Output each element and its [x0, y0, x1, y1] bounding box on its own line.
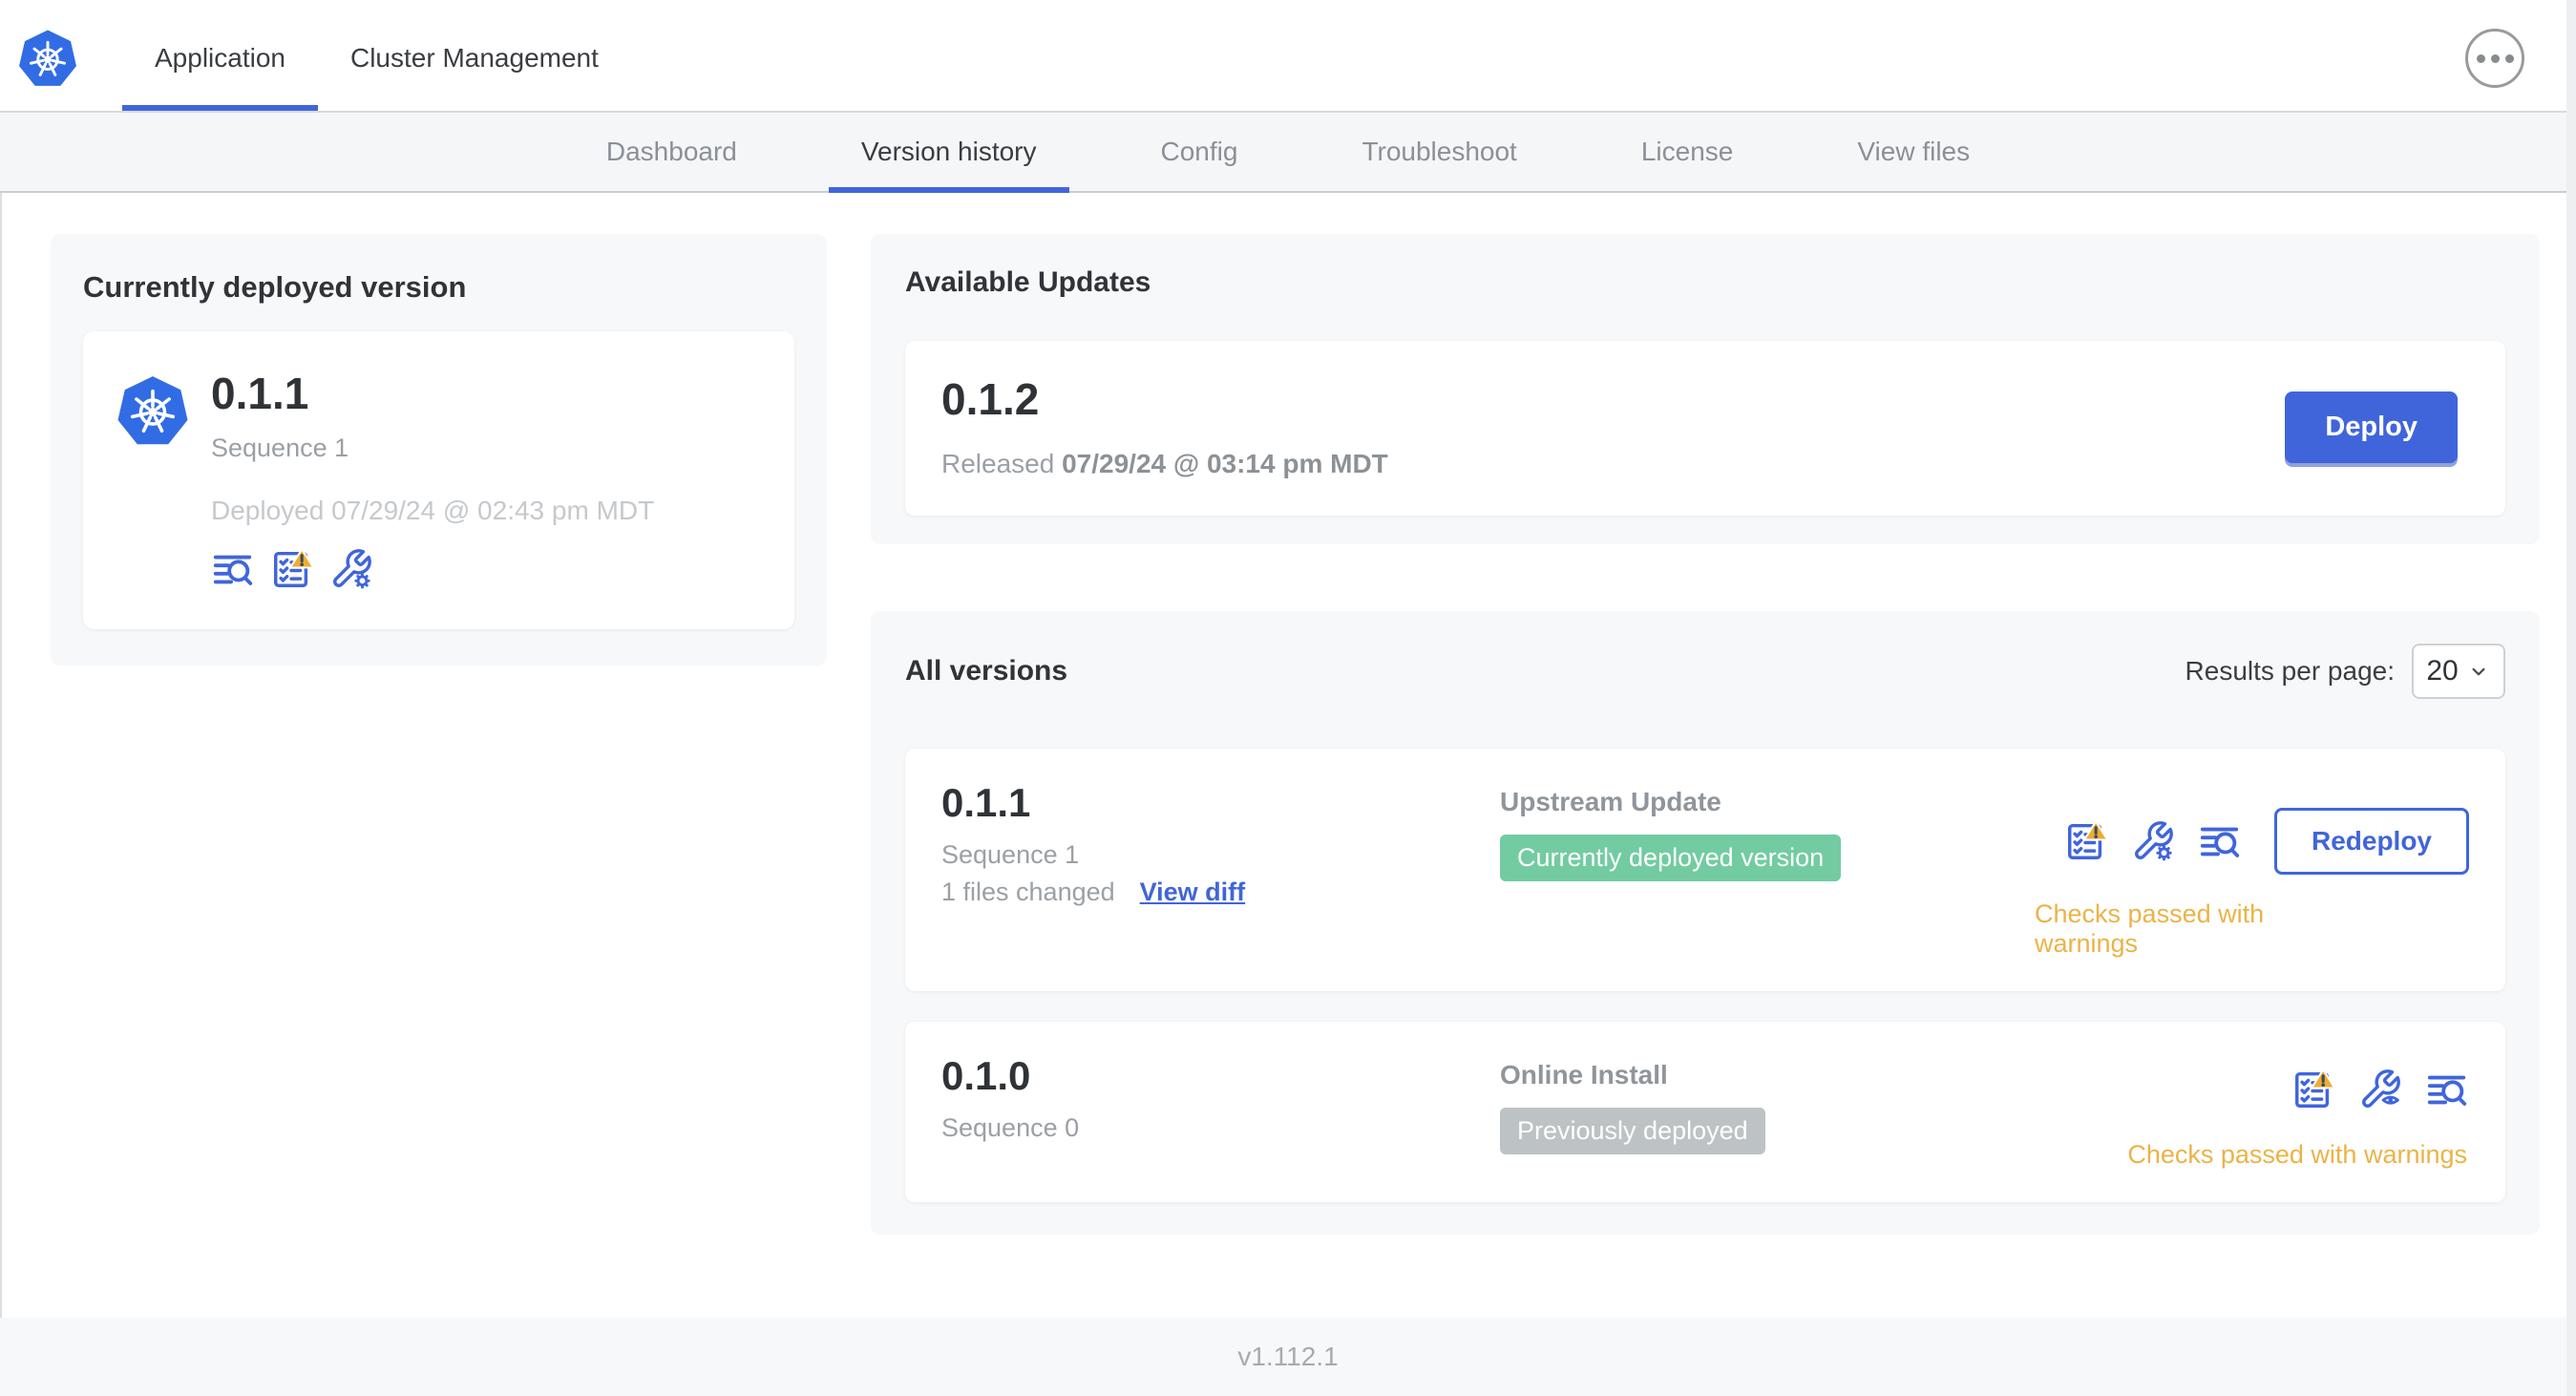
- row-version-number: 0.1.0: [941, 1052, 1031, 1098]
- previously-deployed-badge: Previously deployed: [1500, 1107, 1765, 1154]
- subnav-view-files[interactable]: View files: [1825, 113, 2002, 191]
- released-label: Released: [941, 448, 1055, 478]
- preflight-checks-warning-icon[interactable]: [270, 547, 314, 591]
- available-updates-title: Available Updates: [905, 266, 1151, 298]
- checks-status-text[interactable]: Checks passed with warnings: [2127, 1140, 2467, 1170]
- checks-status-text[interactable]: Checks passed with warnings: [2035, 899, 2278, 959]
- chevron-down-icon: [2472, 667, 2485, 675]
- redeploy-button[interactable]: Redeploy: [2273, 807, 2469, 875]
- row-sequence: Sequence 1: [941, 839, 1080, 869]
- released-date: 07/29/24 @ 03:14 pm MDT: [1062, 448, 1388, 478]
- ellipsis-icon: [2476, 53, 2485, 63]
- header-tabs: Application Cluster Management: [122, 6, 631, 111]
- preflight-checks-warning-icon[interactable]: [2064, 819, 2108, 863]
- currently-deployed-card: 0.1.1 Sequence 1 Deployed 07/29/24 @ 02:…: [83, 331, 794, 629]
- results-per-page-select[interactable]: 20: [2412, 643, 2505, 699]
- deployed-actions: [211, 547, 654, 591]
- app-subnav: Dashboard Version history Config Trouble…: [0, 113, 2576, 193]
- kubernetes-app-icon: [116, 374, 190, 447]
- right-column: Available Updates 0.1.2 Released 07/29/2…: [871, 234, 2540, 1235]
- all-versions-title: All versions: [905, 654, 1068, 687]
- preflight-checks-warning-icon[interactable]: [2291, 1068, 2335, 1111]
- row-source-type: Upstream Update: [1500, 786, 1721, 816]
- app-header: Application Cluster Management: [0, 0, 2576, 113]
- logs-icon[interactable]: [2198, 819, 2242, 863]
- results-per-page-value: 20: [2426, 654, 2459, 687]
- logs-icon[interactable]: [2425, 1068, 2469, 1111]
- all-versions-panel: All versions Results per page: 20 0.1.1 …: [871, 610, 2540, 1235]
- row-version-number: 0.1.1: [941, 779, 1031, 825]
- app-footer: v1.112.1: [0, 1318, 2576, 1396]
- console-version: v1.112.1: [1237, 1342, 1339, 1371]
- update-version-number: 0.1.2: [941, 374, 1040, 424]
- version-row-0-1-0: 0.1.0 Sequence 0 Online Install Previous…: [905, 1021, 2505, 1202]
- view-diff-link[interactable]: View diff: [1140, 878, 1246, 907]
- version-row-0-1-1: 0.1.1 Sequence 1 1 files changed View di…: [905, 748, 2505, 991]
- currently-deployed-title: Currently deployed version: [83, 270, 467, 304]
- results-per-page-label: Results per page:: [2185, 655, 2395, 686]
- deployed-sequence: Sequence 1: [211, 433, 349, 462]
- currently-deployed-badge: Currently deployed version: [1500, 834, 1842, 881]
- row-source-type: Online Install: [1500, 1059, 1668, 1089]
- subnav-config[interactable]: Config: [1129, 113, 1271, 191]
- available-updates-panel: Available Updates 0.1.2 Released 07/29/2…: [871, 234, 2540, 544]
- available-update-card: 0.1.2 Released 07/29/24 @ 03:14 pm MDT D…: [905, 341, 2505, 516]
- config-view-icon[interactable]: [2358, 1068, 2402, 1111]
- tab-cluster-management[interactable]: Cluster Management: [318, 6, 631, 111]
- version-history-page: Application Cluster Management Dashboard…: [0, 0, 2576, 1396]
- deployed-timestamp: Deployed 07/29/24 @ 02:43 pm MDT: [211, 495, 655, 525]
- subnav-version-history[interactable]: Version history: [828, 113, 1069, 193]
- scrollbar-track[interactable]: [2566, 0, 2576, 1396]
- config-edit-icon[interactable]: [2131, 819, 2175, 863]
- overflow-menu-button[interactable]: [2465, 29, 2524, 88]
- kubernetes-logo-icon: [17, 29, 78, 88]
- subnav-dashboard[interactable]: Dashboard: [574, 113, 770, 191]
- tab-application-label: Application: [155, 43, 285, 73]
- deployed-version-number: 0.1.1: [211, 369, 309, 418]
- main-content: Currently deployed version 0.1.1 Sequenc…: [0, 193, 2576, 1318]
- files-changed-text: 1 files changed: [941, 877, 1115, 906]
- subnav-troubleshoot[interactable]: Troubleshoot: [1329, 113, 1549, 191]
- tab-application[interactable]: Application: [122, 6, 318, 111]
- tab-cluster-management-label: Cluster Management: [349, 43, 599, 73]
- deploy-button[interactable]: Deploy: [2285, 391, 2458, 463]
- config-edit-icon[interactable]: [329, 547, 373, 591]
- logs-icon[interactable]: [211, 547, 255, 591]
- currently-deployed-panel: Currently deployed version 0.1.1 Sequenc…: [51, 234, 827, 666]
- subnav-license[interactable]: License: [1609, 113, 1766, 191]
- row-sequence: Sequence 0: [941, 1112, 1080, 1142]
